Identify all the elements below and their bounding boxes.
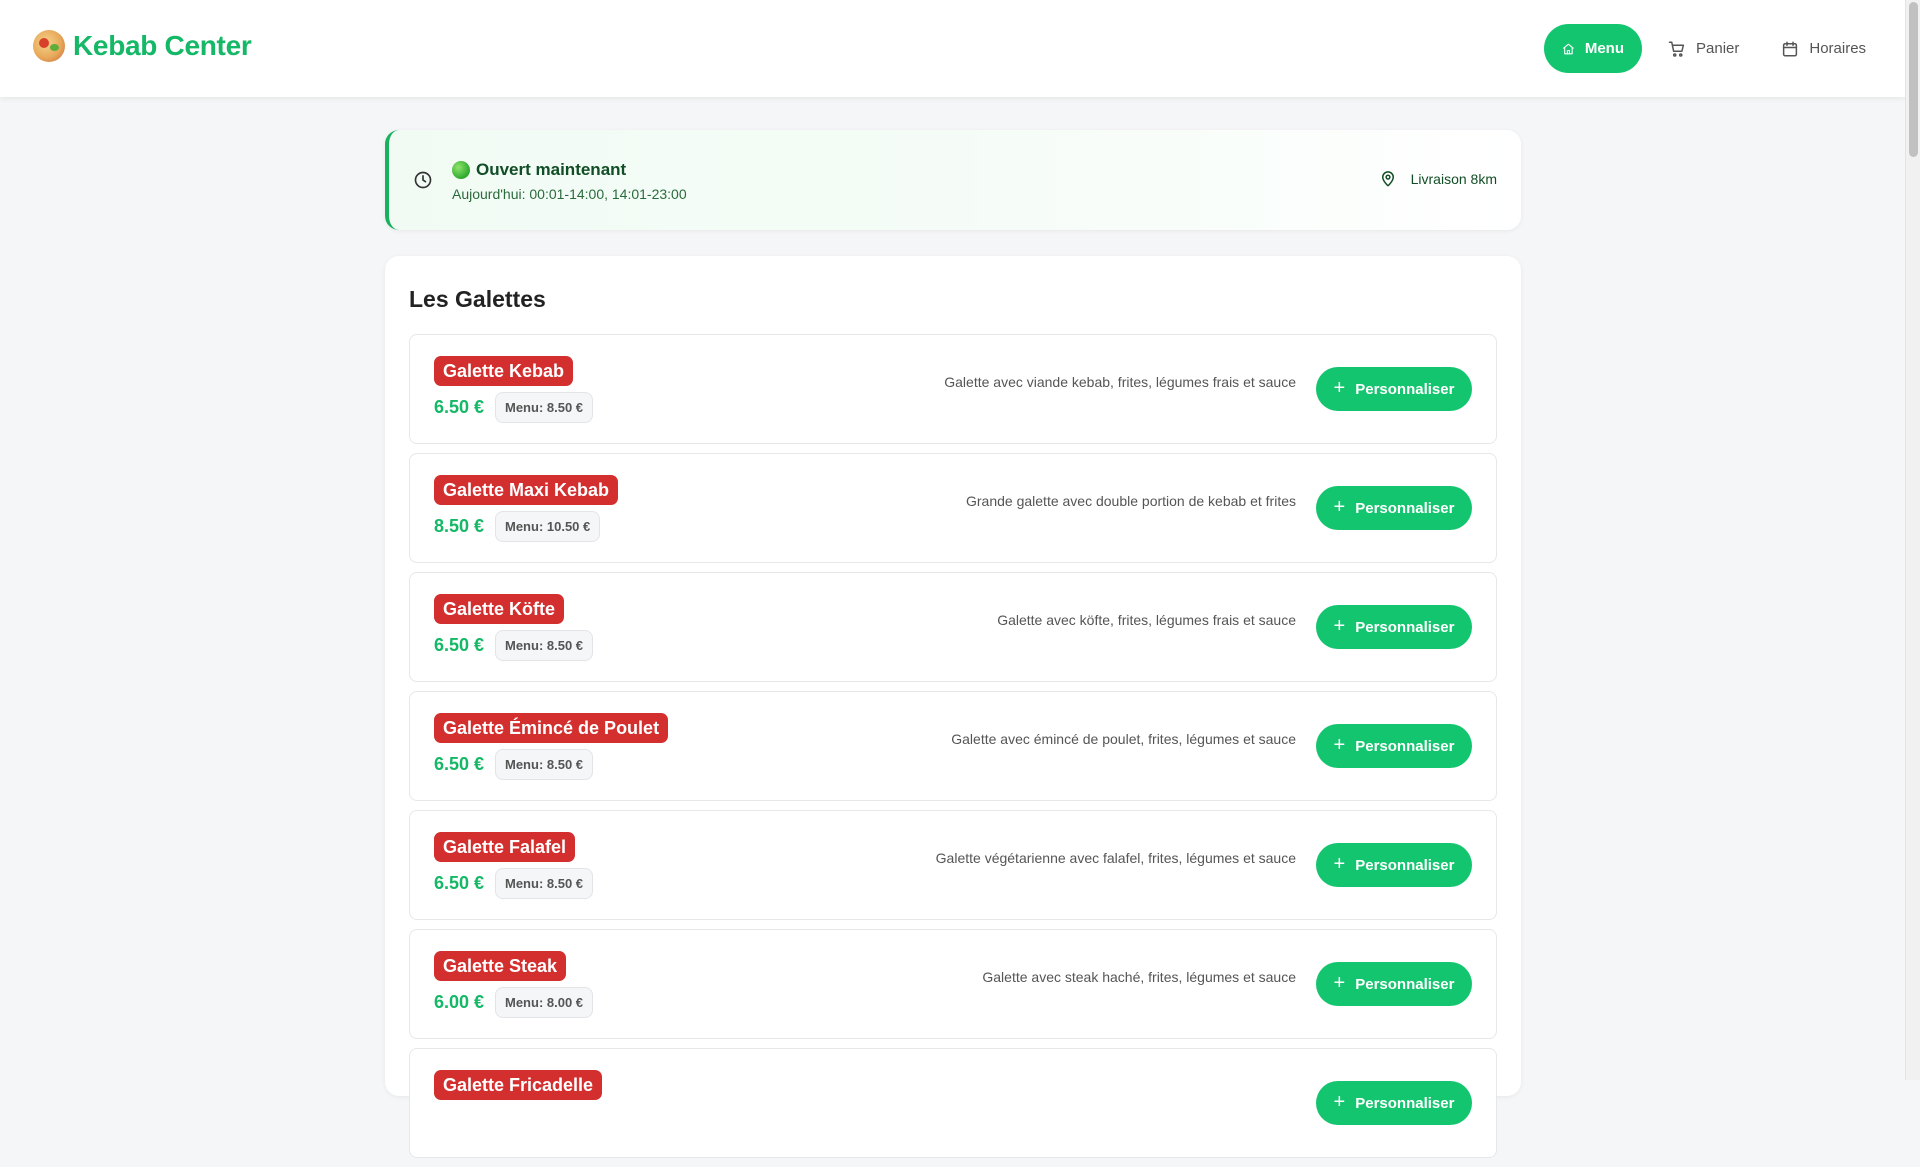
calendar-icon xyxy=(1783,41,1798,56)
item-price: 6.50 € xyxy=(434,635,485,655)
status-title-text: Ouvert maintenant xyxy=(476,160,627,179)
main-nav: Menu Panier Horaires xyxy=(1544,24,1884,73)
menu-item: Galette Maxi Kebab 8.50 € Menu: 10.50 € … xyxy=(409,453,1497,563)
item-description: Galette avec viande kebab, frites, légum… xyxy=(944,374,1296,390)
delivery-text: Livraison 8km xyxy=(1410,171,1497,187)
item-price: 6.50 € xyxy=(434,397,485,417)
nav-item-horaires-label: Horaires xyxy=(1809,40,1867,57)
menu-section: Les Galettes Galette Kebab 6.50 € Menu: … xyxy=(385,256,1521,1158)
section-title: Les Galettes xyxy=(409,286,546,312)
personnaliser-button-label: Personnaliser xyxy=(1355,380,1455,398)
item-menu-price: Menu: 8.50 € xyxy=(495,749,594,780)
item-menu-price: Menu: 8.00 € xyxy=(495,987,594,1018)
menu-items-list: Galette Kebab 6.50 € Menu: 8.50 € Galett… xyxy=(409,334,1497,1167)
item-description: Galette avec köfte, frites, légumes frai… xyxy=(997,612,1296,628)
item-menu-price: Menu: 8.50 € xyxy=(495,630,594,661)
menu-item: Galette Köfte 6.50 € Menu: 8.50 € Galett… xyxy=(409,572,1497,682)
plus-icon: + xyxy=(1333,972,1346,994)
item-description: Galette avec steak haché, frites, légume… xyxy=(982,969,1296,985)
personnaliser-button[interactable]: + Personnaliser xyxy=(1316,843,1472,887)
item-name: Galette Köfte xyxy=(434,594,565,624)
item-price: 6.50 € xyxy=(434,754,485,774)
cart-icon xyxy=(1668,41,1685,57)
item-name: Galette Falafel xyxy=(434,832,576,862)
item-description: Galette avec émincé de poulet, frites, l… xyxy=(951,731,1296,747)
menu-item: Galette Fricadelle + Personnaliser xyxy=(409,1048,1497,1158)
location-pin-icon xyxy=(1381,171,1394,187)
personnaliser-button[interactable]: + Personnaliser xyxy=(1316,605,1472,649)
item-menu-price: Menu: 10.50 € xyxy=(495,511,601,542)
plus-icon: + xyxy=(1333,377,1346,399)
nav-item-panier-label: Panier xyxy=(1696,40,1740,57)
nav-item-menu[interactable]: Menu xyxy=(1544,24,1642,73)
plus-icon: + xyxy=(1333,734,1346,756)
item-menu-price: Menu: 8.50 € xyxy=(495,868,594,899)
item-price: 6.50 € xyxy=(434,873,485,893)
item-menu-price: Menu: 8.50 € xyxy=(495,392,594,423)
personnaliser-button-label: Personnaliser xyxy=(1355,975,1455,993)
nav-item-panier[interactable]: Panier xyxy=(1650,24,1757,73)
personnaliser-button[interactable]: + Personnaliser xyxy=(1316,1081,1472,1125)
menu-item: Galette Falafel 6.50 € Menu: 8.50 € Gale… xyxy=(409,810,1497,920)
personnaliser-button[interactable]: + Personnaliser xyxy=(1316,724,1472,768)
personnaliser-button[interactable]: + Personnaliser xyxy=(1316,962,1472,1006)
item-name: Galette Fricadelle xyxy=(434,1070,603,1100)
personnaliser-button-label: Personnaliser xyxy=(1355,856,1455,874)
item-price: 6.00 € xyxy=(434,992,485,1012)
personnaliser-button-label: Personnaliser xyxy=(1355,737,1455,755)
menu-item: Galette Émincé de Poulet 6.50 € Menu: 8.… xyxy=(409,691,1497,801)
personnaliser-button[interactable]: + Personnaliser xyxy=(1316,367,1472,411)
scrollbar-thumb[interactable] xyxy=(1909,2,1918,157)
personnaliser-button-label: Personnaliser xyxy=(1355,1094,1455,1112)
brand[interactable]: Kebab Center xyxy=(33,30,252,62)
nav-item-menu-label: Menu xyxy=(1584,40,1624,57)
status-title: Ouvert maintenant xyxy=(452,160,626,180)
top-header: Kebab Center Menu Panier Horaires xyxy=(0,0,1905,97)
status-hours: Aujourd'hui: 00:01-14:00, 14:01-23:00 xyxy=(452,186,687,202)
clock-icon xyxy=(414,171,432,189)
nav-item-horaires[interactable]: Horaires xyxy=(1763,24,1884,73)
item-name: Galette Steak xyxy=(434,951,567,981)
plus-icon: + xyxy=(1333,615,1346,637)
plus-icon: + xyxy=(1333,853,1346,875)
item-name: Galette Émincé de Poulet xyxy=(434,713,669,743)
menu-item: Galette Kebab 6.50 € Menu: 8.50 € Galett… xyxy=(409,334,1497,444)
item-description: Grande galette avec double portion de ke… xyxy=(966,493,1296,509)
item-description: Galette végétarienne avec falafel, frite… xyxy=(935,850,1296,866)
kebab-logo-icon xyxy=(33,30,65,62)
plus-icon: + xyxy=(1333,1091,1346,1113)
item-price: 8.50 € xyxy=(434,516,485,536)
green-circle-icon xyxy=(452,161,470,179)
personnaliser-button[interactable]: + Personnaliser xyxy=(1316,486,1472,530)
personnaliser-button-label: Personnaliser xyxy=(1355,618,1455,636)
plus-icon: + xyxy=(1333,496,1346,518)
home-icon xyxy=(1563,43,1574,54)
open-status-banner: Ouvert maintenant Aujourd'hui: 00:01-14:… xyxy=(385,130,1521,230)
menu-item: Galette Steak 6.00 € Menu: 8.00 € Galett… xyxy=(409,929,1497,1039)
brand-name: Kebab Center xyxy=(73,30,252,61)
delivery-info: Livraison 8km xyxy=(1379,170,1497,188)
item-name: Galette Maxi Kebab xyxy=(434,475,619,505)
personnaliser-button-label: Personnaliser xyxy=(1355,499,1455,517)
page-scrollbar[interactable] xyxy=(1905,0,1920,1080)
item-name: Galette Kebab xyxy=(434,356,574,386)
